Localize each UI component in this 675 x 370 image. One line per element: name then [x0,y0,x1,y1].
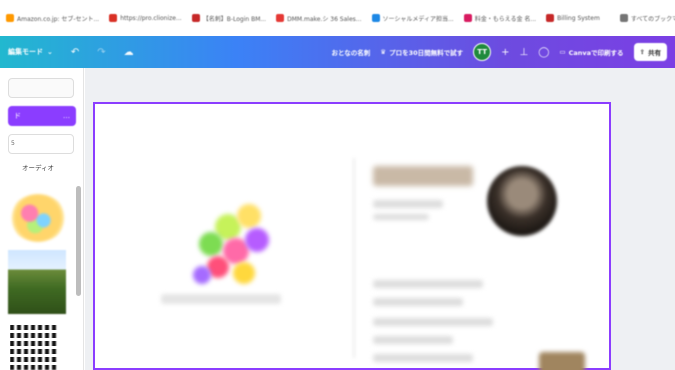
print-label: Canvaで印刷する [568,49,624,57]
design-title[interactable]: おとなの名刺 [331,47,370,57]
bookmark-label: https://pro.clionize... [120,14,182,22]
edit-mode-label: 編集モード [8,48,43,56]
upload-thumbnail-mountain[interactable] [8,250,66,314]
bookmark-label: 料金・もらえる金 名... [474,15,537,23]
logo-shape[interactable] [245,228,269,252]
share-icon: ⇪ [639,48,645,56]
logo-caption[interactable] [161,294,281,304]
canvas-area [85,68,675,370]
card-divider [353,158,355,358]
bookmark-label: 【名刺】B-Login BM... [202,15,267,23]
logo-shape[interactable] [233,262,255,284]
bookmark-label: Amazon.co.jp: セブ-セント... [17,15,100,23]
comment-icon[interactable]: ◯ [538,47,549,58]
pro-trial-button[interactable]: ♛ プロを30日間無料で試す [380,47,463,57]
add-collaborator-icon[interactable]: + [501,47,509,58]
editor-toolbar: 編集モード ⌄ ↶ ↷ ☁ おとなの名刺 ♛ プロを30日間無料で試す TT +… [0,36,675,68]
uploads-search-input[interactable]: 5 [8,134,74,154]
bookmark-item[interactable]: すべてのブックマーク [619,14,675,23]
bookmark-label: ソーシャルメディア担当... [382,15,454,23]
bookmark-favicon-icon [371,14,380,22]
contact-line[interactable] [373,318,493,326]
panel-scrollbar[interactable] [76,186,81,296]
bookmark-item[interactable]: Billing System [546,14,600,22]
analytics-icon[interactable]: ⊥ [520,47,529,58]
more-icon[interactable]: … [63,112,70,120]
share-button[interactable]: ⇪ 共有 [633,43,667,61]
logo-shape[interactable] [193,266,211,284]
bookmarks-bar: Amazon.co.jp: セブ-セント... https://pro.clion… [0,0,675,36]
redo-icon[interactable]: ↷ [97,47,105,58]
chevron-down-icon: ⌄ [47,48,53,56]
bookmark-item[interactable]: 【名刺】B-Login BM... [191,14,267,23]
edit-mode-dropdown[interactable]: 編集モード ⌄ [8,47,53,57]
bookmark-favicon-icon [463,14,472,22]
bookmark-item[interactable]: Amazon.co.jp: セブ-セント... [6,14,99,23]
bookmark-favicon-icon [276,14,285,22]
print-button[interactable]: ▭ Canvaで印刷する [559,47,623,57]
upload-thumbnail-bear[interactable] [10,194,66,242]
contact-line[interactable] [373,354,473,362]
bookmark-favicon-icon [109,14,118,22]
title-text-2[interactable] [373,214,429,220]
undo-icon[interactable]: ↶ [71,47,79,58]
bookmark-label: DMM.make.シ 36 Sales... [287,15,362,23]
upload-thumbnail-qr[interactable] [10,322,58,370]
truck-icon: ▭ [559,48,566,56]
logo-shape[interactable] [199,232,223,256]
bookmark-item[interactable]: DMM.make.シ 36 Sales... [276,14,362,23]
crown-icon: ♛ [380,48,387,56]
cloud-save-icon[interactable]: ☁ [124,47,134,58]
avatar[interactable]: TT [473,43,492,61]
bookmark-favicon-icon [191,14,200,22]
side-panel: ド … 5 オーディオ [0,68,84,370]
selected-folder-item[interactable]: ド … [8,106,76,126]
selected-folder-label: ド [14,112,21,120]
contact-line[interactable] [373,336,453,344]
title-text[interactable] [373,200,443,208]
contact-line[interactable] [373,298,463,306]
bookmark-favicon-icon [546,14,555,22]
contact-line[interactable] [373,280,483,288]
bookmark-label: すべてのブックマーク [630,15,675,23]
name-text[interactable] [373,166,473,186]
bookmark-item[interactable]: 料金・もらえる金 名... [463,14,537,23]
pro-trial-label: プロを30日間無料で試す [389,49,464,57]
profile-photo[interactable] [487,166,557,236]
bookmark-label: Billing System [557,14,600,22]
design-page[interactable] [93,102,611,370]
bookmark-item[interactable]: ソーシャルメディア担当... [371,14,454,23]
share-label: 共有 [648,49,661,57]
bookmark-favicon-icon [6,14,14,22]
badge-shape[interactable] [539,352,585,370]
audio-tab[interactable]: オーディオ [0,162,76,172]
logo-shape[interactable] [237,204,261,228]
panel-search-input[interactable] [8,78,74,98]
bookmark-item[interactable]: https://pro.clionize... [109,14,182,22]
bookmark-favicon-icon [619,14,628,22]
